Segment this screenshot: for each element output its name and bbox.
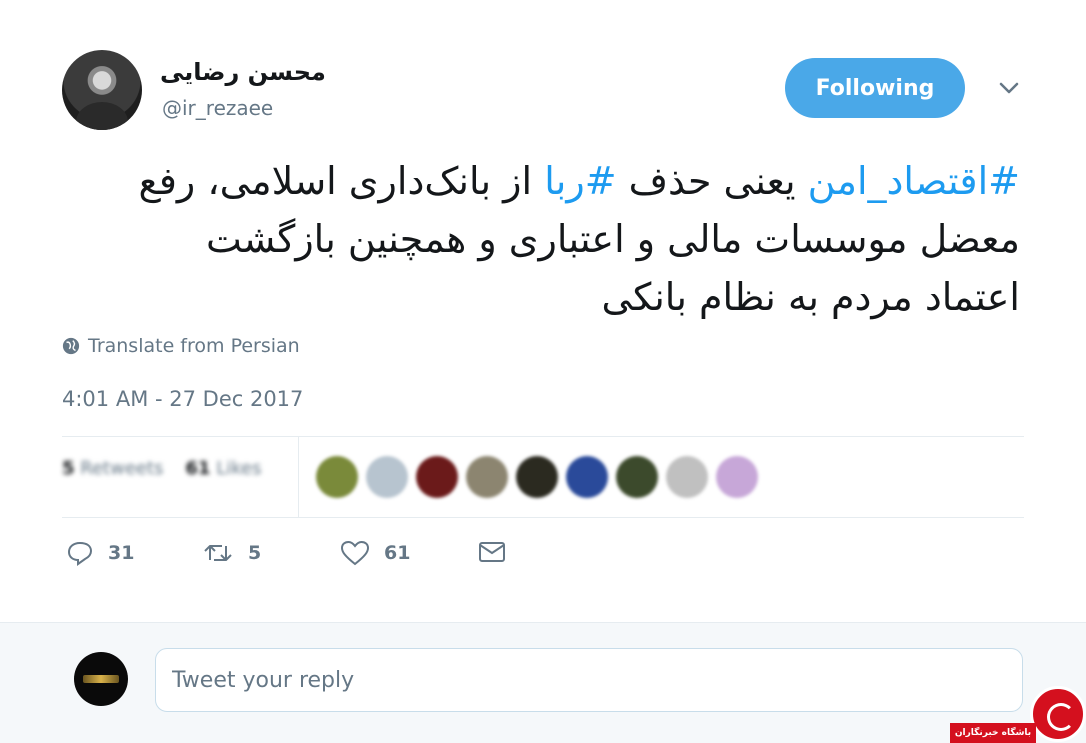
retweet-count: 5: [248, 542, 262, 564]
liker-avatar[interactable]: [716, 456, 758, 498]
globe-icon: [62, 337, 80, 355]
divider: [62, 436, 1024, 437]
envelope-icon: [479, 542, 505, 562]
translate-label: Translate from Persian: [88, 335, 300, 357]
watermark-label: باشگاه خبرنگاران: [950, 723, 1036, 743]
liker-avatar[interactable]: [616, 456, 658, 498]
chevron-down-icon[interactable]: [995, 74, 1023, 102]
retweet-action[interactable]: 5: [202, 540, 261, 566]
liker-avatar[interactable]: [366, 456, 408, 498]
retweet-icon: [204, 545, 232, 561]
watermark-logo: [1030, 686, 1086, 742]
following-button[interactable]: Following: [785, 58, 965, 118]
liker-avatar[interactable]: [566, 456, 608, 498]
heart-icon: [340, 540, 370, 566]
author-avatar[interactable]: [62, 50, 142, 130]
hashtag-link[interactable]: #اقتصاد_امن: [808, 159, 1020, 203]
tweet-text-segment: یعنی حذف: [616, 159, 808, 203]
divider: [62, 517, 1024, 518]
liker-avatar[interactable]: [416, 456, 458, 498]
liker-avatar[interactable]: [466, 456, 508, 498]
like-stat[interactable]: 61 Likes: [185, 458, 261, 479]
tweet-timestamp[interactable]: 4:01 AM - 27 Dec 2017: [62, 387, 303, 411]
like-count: 61: [384, 542, 411, 564]
engagement-stats[interactable]: 5 Retweets 61 Likes: [62, 458, 261, 479]
liker-avatar[interactable]: [666, 456, 708, 498]
tweet-actions: 31 5 61: [62, 540, 562, 576]
reply-icon: [67, 541, 93, 566]
author-handle[interactable]: @ir_rezaee: [162, 96, 273, 120]
like-action[interactable]: 61: [340, 540, 410, 566]
author-display-name[interactable]: محسن رضایی: [160, 58, 326, 86]
liker-avatar[interactable]: [316, 456, 358, 498]
stats-separator: [298, 437, 299, 517]
current-user-avatar[interactable]: [74, 652, 128, 706]
liker-avatar[interactable]: [516, 456, 558, 498]
reply-action[interactable]: 31: [66, 540, 134, 566]
direct-message-action[interactable]: [478, 540, 506, 564]
tweet-text: #اقتصاد_امن یعنی حذف #ربا از بانک‌داری ا…: [100, 152, 1020, 326]
retweet-stat[interactable]: 5 Retweets: [62, 458, 163, 479]
liker-avatars: [316, 456, 758, 498]
hashtag-link[interactable]: #ربا: [544, 159, 616, 203]
reply-input[interactable]: [155, 648, 1023, 712]
reply-count: 31: [108, 542, 135, 564]
translate-link[interactable]: Translate from Persian: [62, 335, 300, 357]
